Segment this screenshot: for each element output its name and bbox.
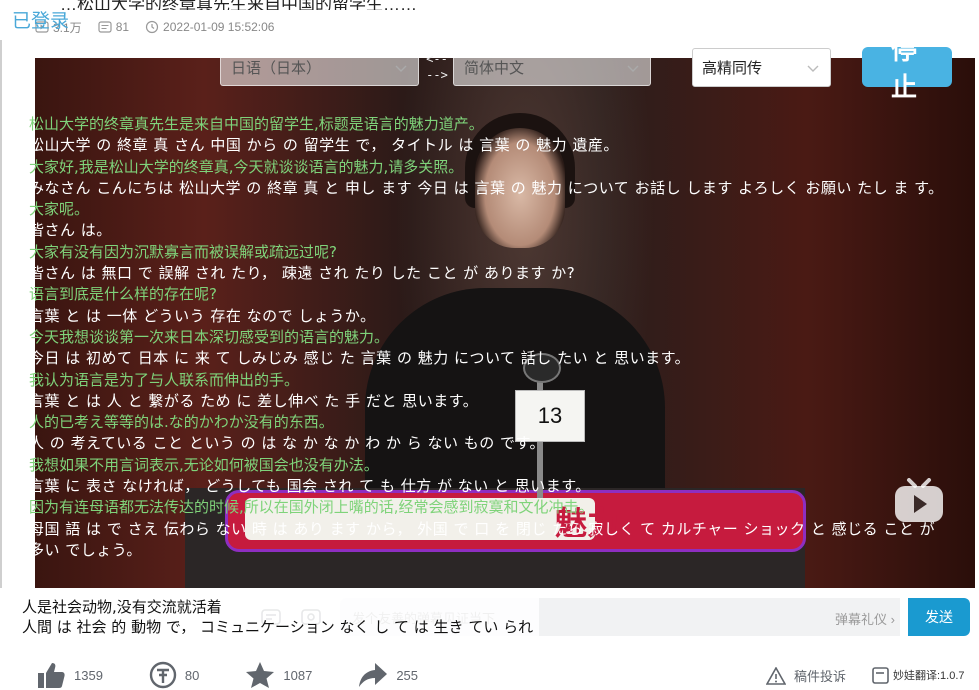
- transcript-line-source: 言葉 に 表さ なければ， どうしても 国会 され て も 仕方 が ない と …: [29, 477, 591, 496]
- transcript-line-translation: 松山大学的终章真先生是来自中国的留学生,标题是语言的魅力道产。: [29, 115, 484, 133]
- share-arrow-icon: [359, 663, 388, 687]
- danmaku-count-icon: [98, 21, 112, 33]
- transcript-line-translation: 今天我想谈谈第一次来日本深切感受到的语言的魅力。: [29, 327, 390, 346]
- time-meta: 2022-01-09 15:52:06: [145, 20, 274, 34]
- send-danmaku-button[interactable]: 发送: [908, 598, 970, 636]
- source-language-value: 日语（日本）: [231, 59, 322, 77]
- chevron-down-icon: [627, 65, 639, 72]
- close-icon: [945, 8, 965, 28]
- coin-button[interactable]: 80: [149, 661, 199, 689]
- transcript-line-source: 皆さん は 無口 で 誤解 され たり， 疎遠 され たり した こと が あり…: [29, 264, 576, 283]
- share-count: 255: [396, 667, 419, 683]
- transcript-line-source: 今日 は 初めて 日本 に 来 て しみじみ 感じ た 言葉 の 魅力 について…: [29, 349, 691, 368]
- window-controls: [799, 4, 973, 32]
- transcript-line-source: 母国 語 は で さえ 伝わら ない 時 は あり ます から， 外国 で 口 …: [29, 519, 941, 559]
- swap-arrow-left: <--: [426, 52, 448, 66]
- settings-button[interactable]: [799, 4, 835, 32]
- transcript-line-translation: 大家好,我是松山大学的终章真,今天就谈谈语言的魅力,请多关照。: [29, 157, 464, 176]
- like-button[interactable]: 1359: [36, 661, 103, 689]
- like-count: 1359: [74, 667, 103, 683]
- transcript-line-source: みなさん こんにちは 松山大学 の 終章 真 と 申し ます 今日 は 言葉 の…: [29, 178, 944, 197]
- report-link[interactable]: 稿件投诉: [766, 666, 846, 685]
- transcript-line-source: 言葉 と は 人 と 繋がる ため に 差し伸べ た 手 だと 思います。: [29, 391, 479, 410]
- target-language-value: 简体中文: [464, 59, 525, 77]
- swap-arrow-right: -->: [426, 68, 448, 82]
- publish-timestamp: 2022-01-09 15:52:06: [163, 20, 275, 34]
- source-language-select[interactable]: 日语（日本）: [220, 48, 419, 86]
- gear-icon: [809, 10, 825, 26]
- warning-icon: [766, 666, 786, 685]
- translation-mode-select[interactable]: 高精同传: [692, 48, 831, 87]
- transcript-line-source: 人 の 考えている こと という の は な か な か わ か ら ない もの…: [29, 434, 546, 453]
- minimize-button[interactable]: [845, 4, 881, 32]
- app-version-label: 妙娃翻译:1.0.7: [893, 670, 965, 682]
- clock-icon: [145, 20, 159, 34]
- danmaku-count: 81: [115, 20, 130, 34]
- transcript-line-source: 言葉 と は 一体 どういう 存在 なので しょうか。: [29, 306, 376, 325]
- transcript-line-translation: 大家呢。: [29, 200, 90, 219]
- chevron-down-icon: [807, 65, 819, 72]
- transcript-line-translation: 语言到底是什么样的存在呢?: [29, 285, 217, 304]
- star-icon: [246, 662, 275, 688]
- translation-mode-value: 高精同传: [702, 60, 763, 77]
- video-meta: 3.1万 81 2022-01-09 15:52:06: [35, 17, 284, 37]
- minimize-icon: [856, 17, 870, 20]
- login-status-link[interactable]: 已登录: [12, 6, 69, 33]
- language-swap-arrows[interactable]: <-- -->: [424, 51, 450, 83]
- target-language-select[interactable]: 简体中文: [453, 48, 651, 86]
- thumbs-up-icon: [38, 663, 65, 688]
- floating-caption: 人是社会动物,没有交流就活着 人間 は 社会 的 動物 で， コミュニケーション…: [22, 597, 540, 637]
- transcript-line-translation: 因为有连母语都无法传达的时候,所以在国外闭上嘴的话,经常会感到寂寞和文化冲击。: [29, 498, 594, 517]
- report-label: 稿件投诉: [794, 669, 847, 684]
- close-button[interactable]: [937, 4, 973, 32]
- coin-icon: [149, 661, 177, 689]
- note-icon[interactable]: [872, 667, 892, 685]
- transcript-line-translation: 我认为语言是为了与人联系而伸出的手。: [29, 370, 300, 389]
- subtitle-transcript: 松山大学的终章真先生是来自中国的留学生,标题是语言的魅力道产。松山大学 の 終章…: [29, 114, 949, 561]
- danmaku-meta: 81: [98, 20, 129, 34]
- floating-caption-zh: 人是社会动物,没有交流就活着: [22, 598, 222, 616]
- chevron-down-icon: [395, 65, 407, 72]
- favorite-count: 1087: [283, 667, 313, 683]
- engagement-actions: 1359 80 1087 255: [36, 660, 464, 690]
- restore-button[interactable]: [891, 4, 927, 32]
- transcript-line-translation: 大家有没有因为沉默寡言而被误解或疏远过呢?: [29, 242, 337, 261]
- transcript-line-translation: 我想如果不用言词表示,无论如何被国会也没有办法。: [29, 455, 379, 474]
- transcript-line-translation: 人的已考え等等的は.な的かわか没有的东西。: [29, 413, 334, 432]
- share-button[interactable]: 255: [358, 661, 418, 689]
- danmaku-etiquette-link[interactable]: 弹幕礼仪 ›: [835, 609, 895, 628]
- video-title: …松山大学的终章真先生来自中国的留学生……: [60, 0, 417, 10]
- coin-count: 80: [184, 667, 200, 683]
- favorite-button[interactable]: 1087: [245, 661, 312, 689]
- floating-caption-ja: 人間 は 社会 的 動物 で， コミュニケーション なく し て は 生き てい…: [22, 618, 534, 636]
- transcript-line-source: 皆さん は。: [29, 221, 112, 240]
- stop-button[interactable]: 停 止: [862, 36, 952, 103]
- transcript-line-source: 松山大学 の 終章 真 さん 中国 から の 留学生 で， タイトル は 言葉 …: [29, 136, 619, 155]
- restore-icon: [898, 7, 920, 28]
